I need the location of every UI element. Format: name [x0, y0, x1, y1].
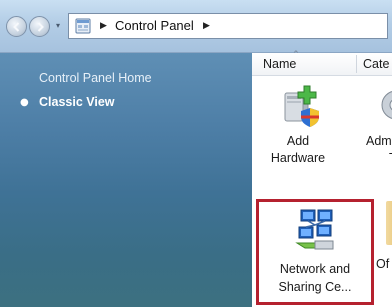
add-hardware-icon	[284, 85, 319, 127]
address-bar: ▾ ▶ Control Panel ▶	[0, 0, 392, 53]
add-hardware-label-1: Add	[286, 134, 310, 148]
control-panel-home-link[interactable]: Control Panel Home	[39, 71, 152, 85]
back-arrow-icon	[13, 22, 20, 32]
item-network-sharing-center[interactable]: Network and Sharing Ce...	[256, 199, 374, 305]
offline-files-label: Of	[376, 257, 390, 271]
forward-arrow-icon	[37, 22, 44, 32]
network-sharing-icon	[295, 209, 334, 250]
breadcrumb-separator-icon[interactable]: ▶	[100, 19, 107, 33]
column-name[interactable]: Name	[263, 57, 296, 71]
item-offline-files[interactable]: Of	[376, 256, 392, 273]
classic-view-link[interactable]: Classic View	[39, 95, 115, 109]
breadcrumb-chevron-icon[interactable]: ▶	[203, 19, 210, 33]
breadcrumb-control-panel[interactable]: Control Panel	[115, 18, 194, 33]
forward-button[interactable]	[29, 16, 50, 37]
task-pane: Control Panel Home ● Classic View	[0, 53, 252, 307]
recent-pages-dropdown[interactable]: ▾	[54, 20, 62, 32]
offline-files-icon[interactable]	[386, 201, 392, 245]
back-button[interactable]	[6, 16, 27, 37]
column-header: ^ Name Cate	[252, 50, 392, 76]
item-administrative-tools[interactable]: Adm T	[366, 83, 392, 167]
administrative-tools-icon	[381, 91, 392, 119]
breadcrumb[interactable]: ▶ Control Panel ▶	[68, 13, 388, 39]
items-view: ^ Name Cate Add Hardware Adm T	[252, 50, 392, 307]
column-category[interactable]: Cate	[363, 57, 389, 71]
admin-tools-label-1: Adm	[366, 134, 392, 148]
network-sharing-label-1: Network and	[279, 262, 351, 276]
admin-tools-label-2: T	[366, 150, 392, 167]
network-sharing-label-2: Sharing Ce...	[278, 280, 352, 294]
bullet-icon: ●	[20, 97, 29, 108]
item-add-hardware[interactable]: Add Hardware	[258, 83, 338, 167]
add-hardware-label-2: Hardware	[270, 151, 326, 165]
column-divider[interactable]	[356, 55, 357, 73]
control-panel-icon	[75, 18, 91, 34]
